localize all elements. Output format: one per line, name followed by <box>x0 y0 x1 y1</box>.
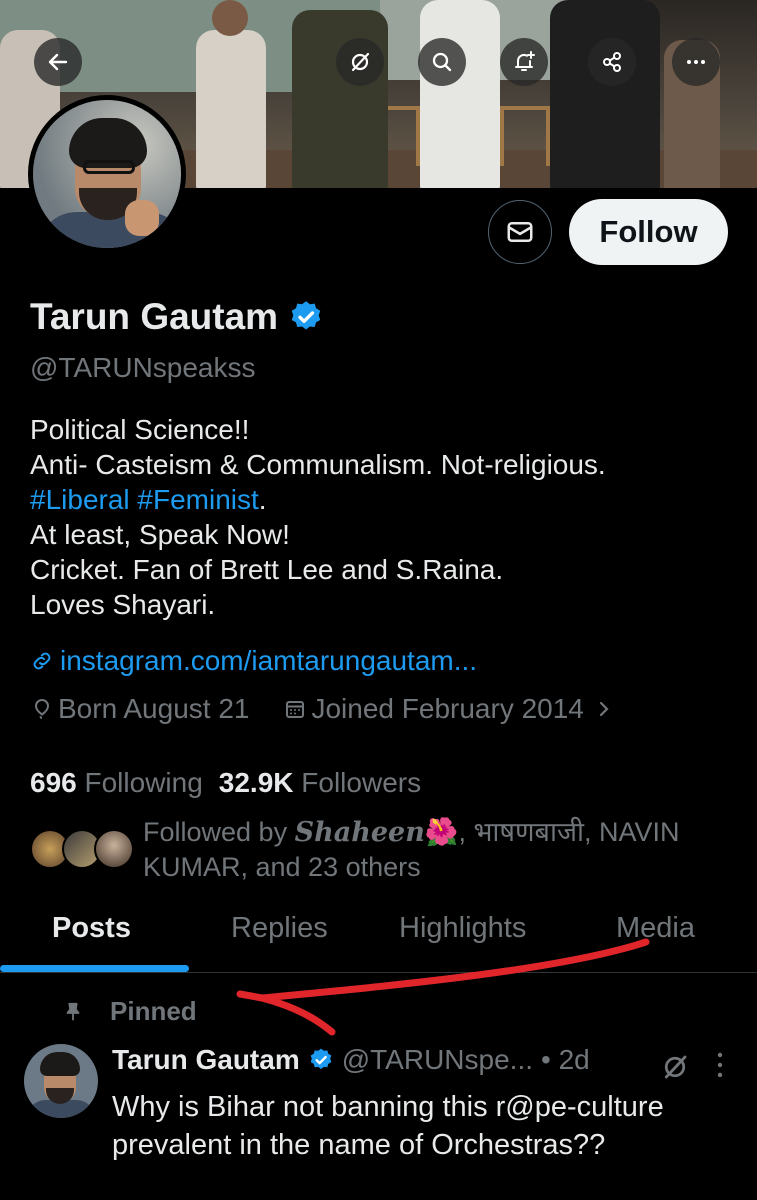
join-date-text: Joined February 2014 <box>311 693 584 724</box>
profile-stats: 696 Following 32.9K Followers <box>30 767 421 799</box>
profile-handle: @TARUNspeakss <box>30 352 256 383</box>
following-link[interactable]: 696 Following <box>30 767 203 799</box>
tweet-more-icon[interactable] <box>712 1048 728 1082</box>
profile-name-row: Tarun Gautam <box>30 296 324 338</box>
notifications-button[interactable] <box>500 38 548 86</box>
bio-punctuation: . <box>258 484 267 515</box>
bio-line: Anti- Casteism & Communalism. Not-religi… <box>30 449 606 480</box>
mail-icon <box>507 222 533 242</box>
join-date[interactable]: Joined February 2014 <box>283 693 615 725</box>
banner-person <box>550 0 660 188</box>
tweet-time[interactable]: • 2d <box>541 1044 590 1076</box>
pinned-text: Pinned <box>110 996 197 1026</box>
verified-icon[interactable] <box>288 299 324 335</box>
location-icon <box>34 698 50 719</box>
tab-media[interactable]: Media <box>616 912 695 945</box>
grok-button[interactable] <box>336 38 384 86</box>
hashtag-link[interactable]: #Liberal <box>30 484 130 515</box>
followed-by-text: Followed by Shaheen🌺, भाषणबाजी, NAVIN KU… <box>143 815 733 885</box>
share-icon <box>603 52 621 72</box>
more-icon <box>687 60 705 64</box>
bio-line: Cricket. Fan of Brett Lee and S.Raina. <box>30 554 504 585</box>
search-button[interactable] <box>418 38 466 86</box>
birthday-text: Born August 21 <box>58 693 250 724</box>
tweet-author-name[interactable]: Tarun Gautam <box>112 1044 300 1076</box>
bio-line: Political Science!! <box>30 414 250 445</box>
profile-meta: Born August 21 Joined February 2014 <box>30 693 616 725</box>
active-tab-indicator <box>0 965 189 972</box>
tweet-author-avatar[interactable] <box>24 1044 98 1118</box>
profile-website-link[interactable]: instagram.com/iamtarungautam... <box>30 645 477 677</box>
followed-by[interactable]: Followed by Shaheen🌺, भाषणबाजी, NAVIN KU… <box>30 815 730 885</box>
calendar-icon <box>286 701 305 718</box>
followed-by-name: Shaheen <box>294 817 425 848</box>
back-arrow-icon <box>48 53 68 71</box>
follow-button[interactable]: Follow <box>569 199 728 265</box>
grok-icon[interactable] <box>660 1052 690 1082</box>
avatar-glasses <box>83 160 135 174</box>
bio-line: Loves Shayari. <box>30 589 216 620</box>
grok-icon <box>351 52 370 72</box>
more-options-button[interactable] <box>672 38 720 86</box>
banner-person <box>196 30 266 188</box>
avatar-hand <box>125 200 159 236</box>
tab-replies[interactable]: Replies <box>231 912 328 945</box>
banner-person <box>292 10 388 188</box>
tweet-text: Why is Bihar not banning this r@pe-cultu… <box>112 1091 664 1161</box>
flower-emoji: 🌺 <box>424 817 459 847</box>
followers-link[interactable]: 32.9K Followers <box>219 767 421 799</box>
followers-count: 32.9K <box>218 767 294 798</box>
following-count: 696 <box>30 767 77 798</box>
back-button[interactable] <box>34 38 82 86</box>
verified-icon[interactable] <box>308 1047 334 1073</box>
chevron-right-icon <box>599 701 609 717</box>
birthday: Born August 21 <box>30 693 249 725</box>
bio-line: At least, Speak Now! <box>30 519 290 550</box>
pin-icon <box>66 1002 80 1020</box>
banner-chair <box>500 106 550 166</box>
message-button[interactable] <box>488 200 552 264</box>
tweet-author-handle[interactable]: @TARUNspe... <box>342 1044 533 1076</box>
website-url[interactable]: instagram.com/iamtarungautam... <box>60 645 477 677</box>
pinned-label: Pinned <box>62 996 197 1027</box>
follower-avatar <box>94 829 134 869</box>
bell-plus-icon <box>515 51 535 71</box>
tab-posts[interactable]: Posts <box>52 912 131 945</box>
search-icon <box>432 52 452 72</box>
share-button[interactable] <box>588 38 636 86</box>
avatar-hair <box>40 1052 80 1076</box>
profile-bio: Political Science!! Anti- Casteism & Com… <box>30 412 606 622</box>
tab-highlights[interactable]: Highlights <box>399 912 526 945</box>
hashtag-link[interactable]: #Feminist <box>137 484 258 515</box>
link-icon <box>33 652 51 670</box>
followed-by-prefix: Followed by <box>143 817 295 847</box>
following-label: Following <box>84 767 203 798</box>
profile-name: Tarun Gautam <box>30 296 279 337</box>
profile-tabs: Posts Replies Highlights Media <box>0 900 757 973</box>
banner-person-head <box>212 0 248 36</box>
followers-label: Followers <box>301 767 422 798</box>
profile-avatar[interactable] <box>28 95 186 253</box>
tweet-header: Tarun Gautam @TARUNspe... • 2d <box>112 1044 590 1076</box>
bio-hashtag-line: #Liberal #Feminist. <box>30 482 606 517</box>
banner-person <box>420 0 500 188</box>
